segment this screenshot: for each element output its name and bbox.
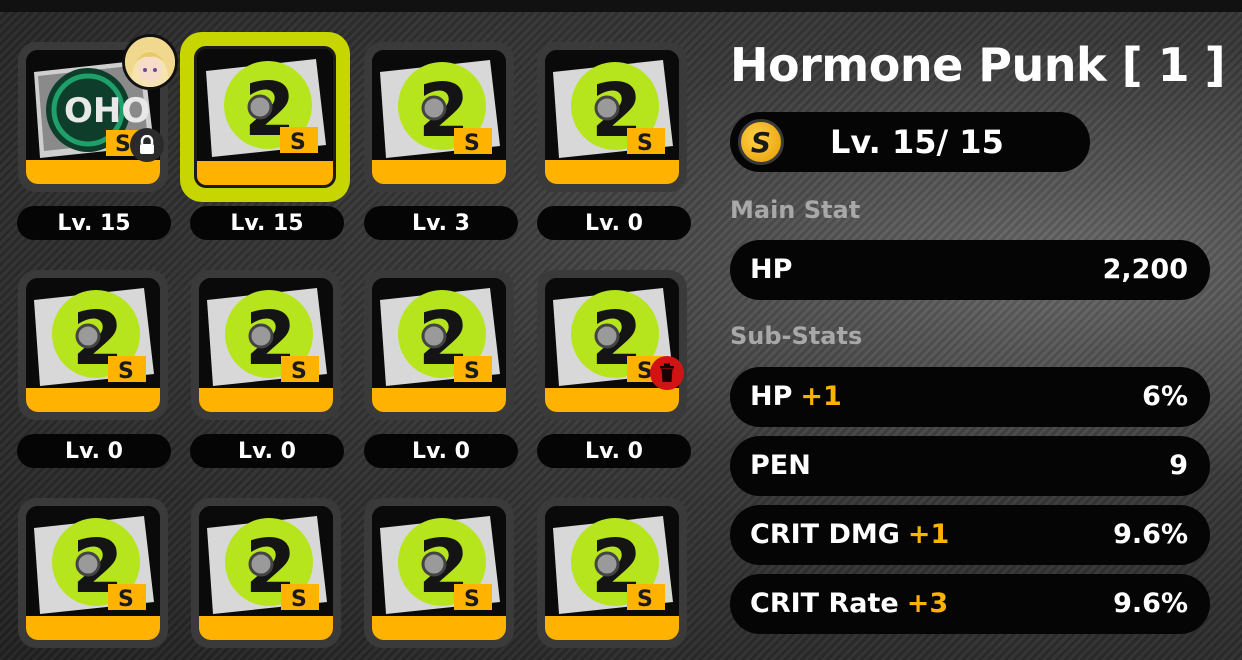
disc-rarity-bar [545, 160, 679, 184]
disc-card: 2 S [26, 506, 160, 640]
svg-text:OHO: OHO [64, 91, 150, 131]
disc-2-art: 2 S [199, 506, 333, 624]
sub-stat-value: 9.6% [1113, 519, 1188, 550]
disc-level-label: Lv. 0 [537, 206, 691, 240]
svg-text:S: S [464, 359, 480, 384]
trash-icon[interactable] [650, 356, 684, 390]
disc-2-art: 2 S [545, 50, 679, 168]
disc-set-title: Hormone Punk [ 1 ] [730, 38, 1226, 92]
disc-rarity-bar [545, 616, 679, 640]
disc-slot-4[interactable]: 2 S [537, 42, 687, 192]
sub-stat-name: HP [750, 381, 793, 412]
disc-2-art: 2 S [198, 49, 332, 167]
lock-icon[interactable] [130, 128, 164, 162]
main-stat-heading: Main Stat [730, 196, 861, 224]
sub-stat-row: CRIT DMG +1 9.6% [730, 505, 1210, 565]
disc-2-art: 2 S [372, 50, 506, 168]
main-stat-row: HP 2,200 [730, 240, 1210, 300]
disc-slot-10[interactable]: 2 S [191, 498, 341, 648]
svg-text:S: S [464, 131, 480, 156]
disc-slot-7[interactable]: 2 S [364, 270, 514, 420]
disc-slot-5[interactable]: 2 S [18, 270, 168, 420]
disc-2-art: 2 S [372, 278, 506, 396]
sub-stat-value: 9 [1169, 450, 1188, 481]
disc-rarity-bar [26, 388, 160, 412]
sub-stat-name: CRIT Rate [750, 588, 899, 619]
disc-card: 2 S [199, 506, 333, 640]
disc-2-art: 2 S [199, 278, 333, 396]
sub-stat-value: 6% [1142, 381, 1188, 412]
disc-level-label: Lv. 0 [17, 434, 171, 468]
disc-card: 2 S [372, 506, 506, 640]
disc-slot-6[interactable]: 2 S [191, 270, 341, 420]
sub-stat-row: CRIT Rate +3 9.6% [730, 574, 1210, 634]
sub-stat-upgrade: +3 [906, 588, 949, 619]
svg-text:S: S [291, 587, 307, 612]
disc-2-art: 2 S [26, 278, 160, 396]
sub-stat-upgrade: +1 [907, 519, 950, 550]
disc-level-label: Lv. 0 [364, 434, 518, 468]
disc-level-label: Lv. 0 [537, 434, 691, 468]
disc-card: 2 S [26, 278, 160, 412]
disc-card: 2 S [545, 506, 679, 640]
drive-disc-grid: OHO S 2 [0, 0, 700, 660]
disc-card: 2 S [194, 46, 336, 188]
svg-text:S: S [464, 587, 480, 612]
svg-text:S: S [118, 587, 134, 612]
disc-slot-8[interactable]: 2 S [537, 270, 687, 420]
sub-stat-row: HP +1 6% [730, 367, 1210, 427]
disc-level-label: Lv. 0 [190, 434, 344, 468]
disc-slot-9[interactable]: 2 S [18, 498, 168, 648]
disc-card: 2 S [372, 50, 506, 184]
disc-rarity-bar [545, 388, 679, 412]
svg-text:S: S [637, 131, 653, 156]
sub-stat-row: PEN 9 [730, 436, 1210, 496]
sub-stat-value: 9.6% [1113, 588, 1188, 619]
main-stat-value: 2,200 [1102, 254, 1188, 285]
s-rank-icon: S [738, 119, 784, 165]
disc-rarity-bar [199, 388, 333, 412]
svg-text:S: S [291, 359, 307, 384]
disc-2-art: 2 S [545, 506, 679, 624]
sub-stat-upgrade: +1 [800, 381, 842, 412]
svg-text:S: S [637, 587, 653, 612]
disc-level-label: Lv. 15 [17, 206, 171, 240]
sub-stat-name: PEN [750, 450, 811, 481]
disc-rarity-bar [26, 160, 160, 184]
disc-2-art: 2 S [26, 506, 160, 624]
equipped-agent-avatar [122, 34, 178, 90]
disc-slot-11[interactable]: 2 S [364, 498, 514, 648]
sub-stats-heading: Sub-Stats [730, 322, 863, 350]
disc-rarity-bar [199, 616, 333, 640]
disc-rarity-bar [372, 160, 506, 184]
disc-card: 2 S [199, 278, 333, 412]
disc-card: 2 S [372, 278, 506, 412]
svg-text:S: S [118, 359, 134, 384]
disc-slot-12[interactable]: 2 S [537, 498, 687, 648]
disc-2-art: 2 S [372, 506, 506, 624]
disc-level-label: Lv. 15 [190, 206, 344, 240]
disc-card: 2 S [545, 50, 679, 184]
disc-level-text: Lv. 15/ 15 [830, 123, 1004, 161]
svg-text:S: S [290, 130, 306, 155]
sub-stat-name: CRIT DMG [750, 519, 900, 550]
disc-rarity-bar [372, 616, 506, 640]
disc-rarity-bar [197, 161, 333, 185]
disc-slot-3[interactable]: 2 S [364, 42, 514, 192]
svg-text:S: S [115, 132, 131, 157]
disc-level-pill: S Lv. 15/ 15 [730, 112, 1090, 172]
main-stat-name: HP [750, 254, 793, 285]
disc-level-label: Lv. 3 [364, 206, 518, 240]
disc-rarity-bar [26, 616, 160, 640]
disc-rarity-bar [372, 388, 506, 412]
disc-slot-2-selected[interactable]: 2 S [180, 32, 350, 202]
disc-card: 2 S [545, 278, 679, 412]
